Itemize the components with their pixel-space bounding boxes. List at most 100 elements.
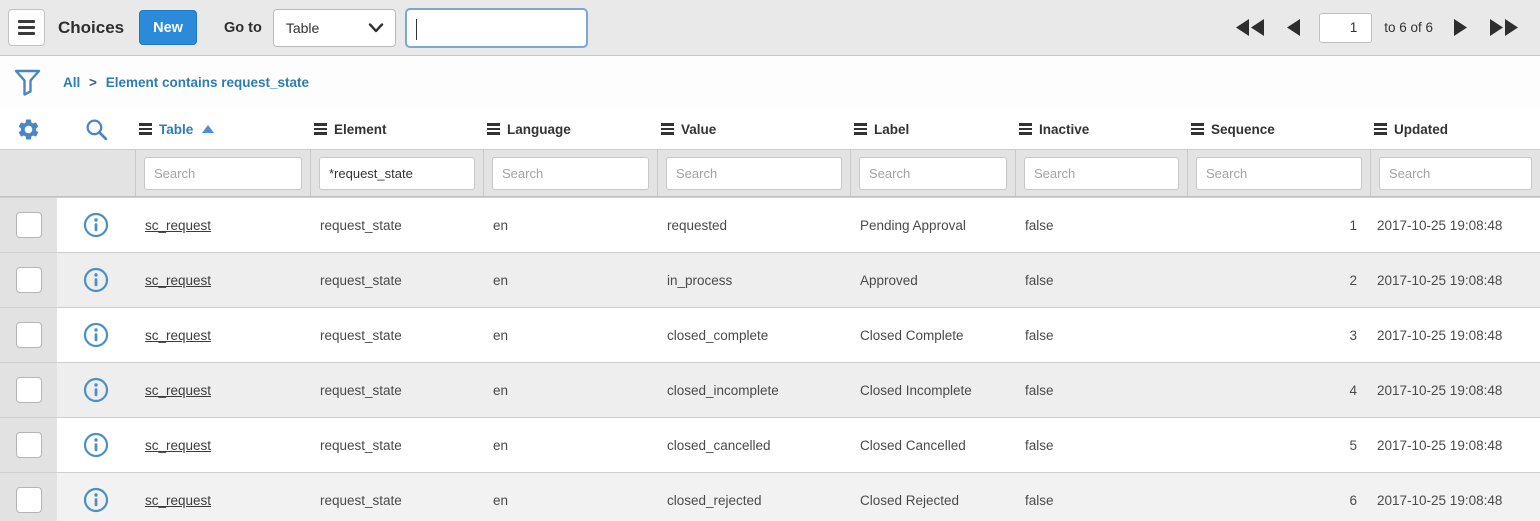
search-input-updated[interactable]	[1379, 157, 1532, 190]
previous-page-button[interactable]	[1276, 19, 1311, 36]
cell-updated: 2017-10-25 19:08:48	[1370, 328, 1540, 343]
search-input-sequence[interactable]	[1196, 157, 1362, 190]
column-menu-icon[interactable]	[854, 123, 867, 135]
column-header-sequence[interactable]: Sequence	[1187, 122, 1370, 137]
column-header-label[interactable]: Label	[850, 122, 1015, 137]
breadcrumb-condition-link[interactable]: Element contains request_state	[106, 75, 309, 90]
first-page-button[interactable]	[1226, 19, 1276, 36]
next-page-button[interactable]	[1443, 19, 1478, 36]
info-icon	[83, 212, 109, 238]
personalize-list-button[interactable]	[0, 117, 57, 142]
row-checkbox[interactable]	[16, 322, 42, 348]
sort-ascending-icon	[202, 125, 214, 133]
search-row-gutter	[0, 150, 57, 196]
cell-inactive: false	[1015, 328, 1187, 343]
row-checkbox[interactable]	[16, 212, 42, 238]
table-row: sc_request request_state en closed_cance…	[0, 417, 1540, 472]
search-input-element[interactable]	[319, 157, 475, 190]
cell-updated: 2017-10-25 19:08:48	[1370, 493, 1540, 508]
cell-value: closed_complete	[657, 328, 850, 343]
cell-inactive: false	[1015, 383, 1187, 398]
column-header-value[interactable]: Value	[657, 122, 850, 137]
page-number-input[interactable]	[1319, 13, 1372, 43]
record-link[interactable]: sc_request	[145, 438, 211, 453]
column-header-updated[interactable]: Updated	[1370, 122, 1540, 137]
row-checkbox[interactable]	[16, 377, 42, 403]
column-menu-icon[interactable]	[1374, 123, 1387, 135]
cell-element: request_state	[310, 273, 483, 288]
table-row: sc_request request_state en closed_compl…	[0, 307, 1540, 362]
info-icon	[83, 322, 109, 348]
table-row: sc_request request_state en closed_incom…	[0, 362, 1540, 417]
filter-icon[interactable]	[14, 68, 41, 98]
cell-updated: 2017-10-25 19:08:48	[1370, 438, 1540, 453]
column-header-table[interactable]: Table	[135, 122, 310, 137]
column-menu-icon[interactable]	[314, 123, 327, 135]
record-preview-button[interactable]	[57, 267, 135, 293]
cell-language: en	[483, 328, 657, 343]
table-row: sc_request request_state en requested Pe…	[0, 197, 1540, 252]
record-link[interactable]: sc_request	[145, 383, 211, 398]
row-checkbox[interactable]	[16, 432, 42, 458]
search-input-table[interactable]	[144, 157, 302, 190]
column-header-inactive[interactable]: Inactive	[1015, 122, 1187, 137]
column-header-language[interactable]: Language	[483, 122, 657, 137]
search-row-gutter	[57, 150, 135, 196]
cell-element: request_state	[310, 493, 483, 508]
cell-sequence: 6	[1187, 493, 1370, 508]
goto-search-input[interactable]	[405, 8, 588, 48]
record-preview-button[interactable]	[57, 212, 135, 238]
last-page-icon	[1488, 19, 1518, 36]
cell-language: en	[483, 383, 657, 398]
record-preview-button[interactable]	[57, 487, 135, 513]
list-context-menu-button[interactable]	[8, 9, 45, 46]
search-input-label[interactable]	[859, 157, 1007, 190]
cell-label: Pending Approval	[850, 218, 1015, 233]
cell-inactive: false	[1015, 493, 1187, 508]
search-input-inactive[interactable]	[1024, 157, 1179, 190]
info-icon	[83, 432, 109, 458]
previous-page-icon	[1286, 19, 1301, 36]
record-link[interactable]: sc_request	[145, 493, 211, 508]
column-menu-icon[interactable]	[139, 123, 152, 135]
column-header-row: Table Element Language Value Label Inact…	[0, 109, 1540, 149]
cell-value: closed_rejected	[657, 493, 850, 508]
list-search-toggle-button[interactable]	[57, 117, 135, 142]
next-page-icon	[1453, 19, 1468, 36]
record-preview-button[interactable]	[57, 432, 135, 458]
record-preview-button[interactable]	[57, 377, 135, 403]
column-menu-icon[interactable]	[1019, 123, 1032, 135]
record-link[interactable]: sc_request	[145, 273, 211, 288]
cell-inactive: false	[1015, 218, 1187, 233]
goto-field-select[interactable]: Table	[273, 9, 396, 47]
column-header-element[interactable]: Element	[310, 122, 483, 137]
row-checkbox[interactable]	[16, 487, 42, 513]
info-icon	[83, 377, 109, 403]
search-input-value[interactable]	[666, 157, 842, 190]
chevron-down-icon	[368, 23, 384, 33]
goto-label: Go to	[224, 20, 262, 36]
table-row: sc_request request_state en closed_rejec…	[0, 472, 1540, 521]
last-page-button[interactable]	[1478, 19, 1528, 36]
record-preview-button[interactable]	[57, 322, 135, 348]
cell-inactive: false	[1015, 438, 1187, 453]
row-checkbox[interactable]	[16, 267, 42, 293]
cell-label: Closed Incomplete	[850, 383, 1015, 398]
column-menu-icon[interactable]	[487, 123, 500, 135]
column-menu-icon[interactable]	[661, 123, 674, 135]
search-icon	[84, 117, 109, 142]
cell-updated: 2017-10-25 19:08:48	[1370, 218, 1540, 233]
search-input-language[interactable]	[492, 157, 649, 190]
cell-sequence: 4	[1187, 383, 1370, 398]
breadcrumb-all-link[interactable]: All	[63, 75, 80, 90]
gear-icon	[16, 117, 41, 142]
cell-sequence: 3	[1187, 328, 1370, 343]
goto-field-selected-value: Table	[286, 20, 319, 36]
new-record-button[interactable]: New	[139, 10, 197, 45]
record-link[interactable]: sc_request	[145, 218, 211, 233]
record-link[interactable]: sc_request	[145, 328, 211, 343]
cell-updated: 2017-10-25 19:08:48	[1370, 273, 1540, 288]
column-menu-icon[interactable]	[1191, 123, 1204, 135]
cell-label: Approved	[850, 273, 1015, 288]
cell-language: en	[483, 218, 657, 233]
